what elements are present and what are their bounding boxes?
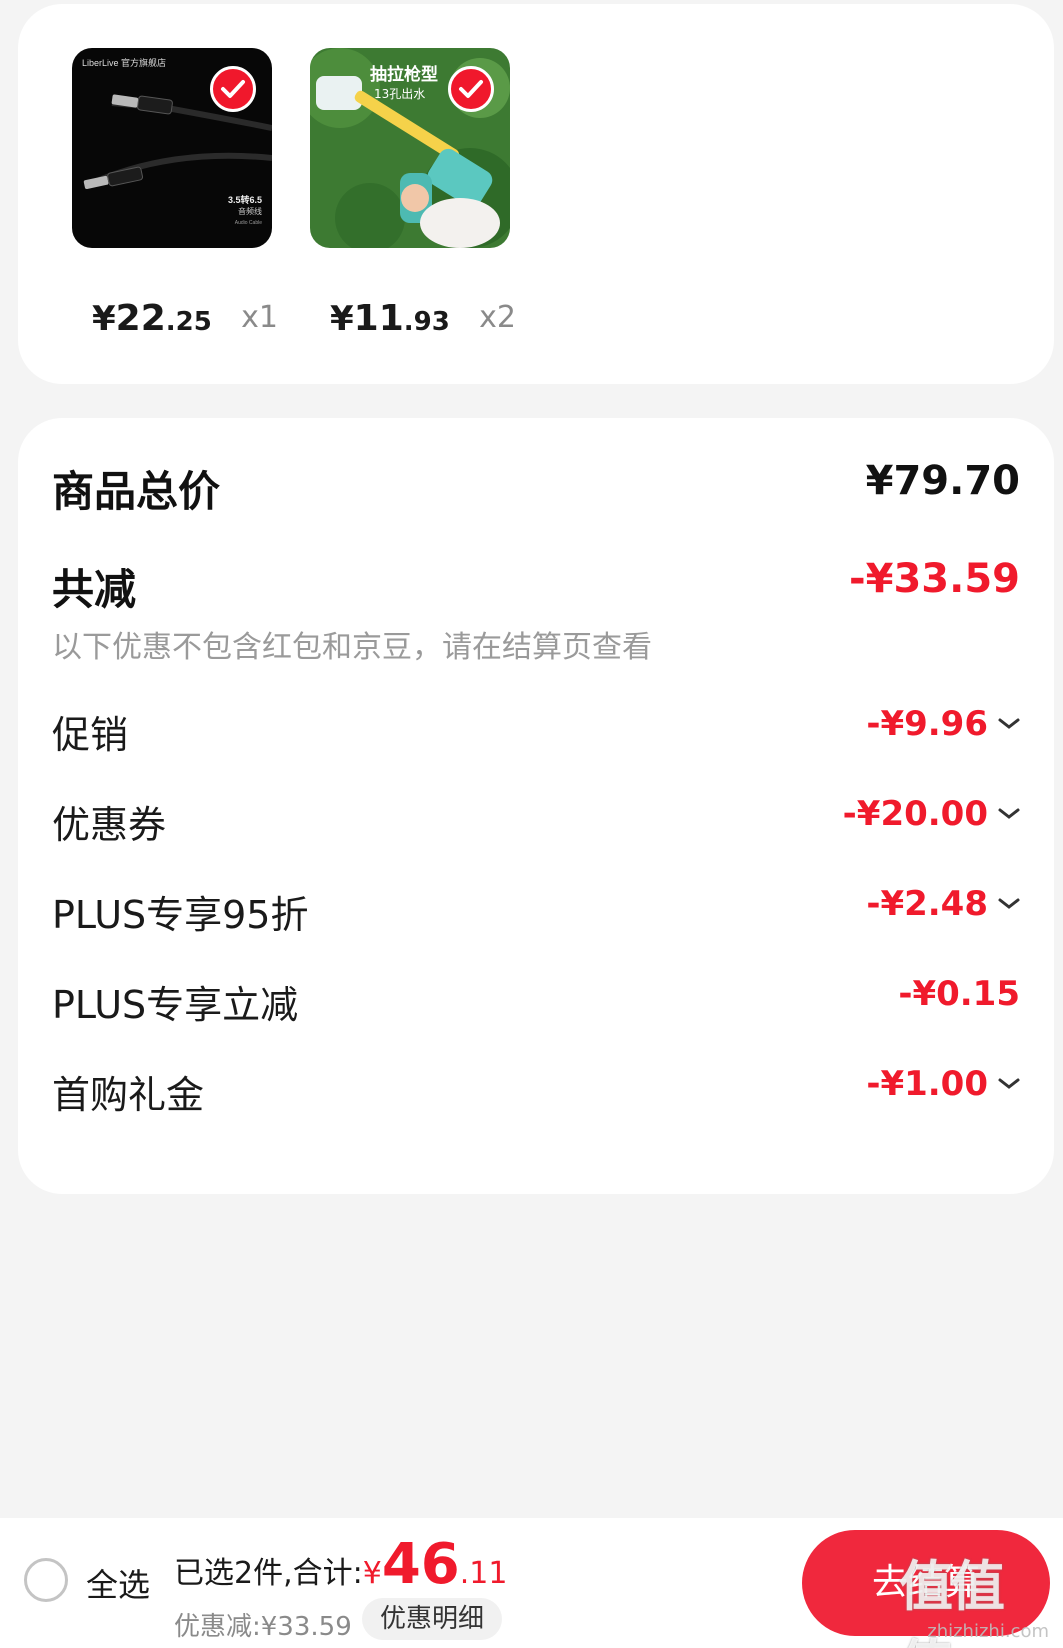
select-all-label[interactable]: 全选	[86, 1560, 150, 1606]
discount-item-value[interactable]: -¥2.48	[866, 884, 1020, 924]
checkout-button[interactable]: 去结算	[802, 1530, 1050, 1636]
selected-summary-label: 已选2件,合计:	[174, 1556, 363, 1591]
selected-total: 已选2件,合计:¥46.11	[174, 1532, 507, 1597]
product-image-brand: LiberLive 官方旗舰店	[82, 57, 166, 68]
discount-item-label: 首购礼金	[52, 1073, 205, 1117]
discount-item-label: PLUS专享95折	[52, 893, 309, 937]
discount-item-label: PLUS专享立减	[52, 983, 299, 1027]
discount-note: 以下优惠不包含红包和京豆，请在结算页查看	[52, 630, 652, 665]
total-amount-dec: .11	[459, 1556, 508, 1591]
total-currency: ¥	[362, 1556, 382, 1591]
discount-item-value[interactable]: -¥9.96	[866, 704, 1020, 744]
discount-item-value: -¥0.15	[898, 974, 1020, 1014]
chevron-down-icon[interactable]	[998, 1077, 1020, 1091]
discount-item-promotion[interactable]: 促销 -¥9.96	[52, 704, 1020, 757]
product-item[interactable]: 抽拉枪型 13孔出水 ¥11.93 x2	[310, 48, 520, 339]
discount-item-plus-reduce: PLUS专享立减 -¥0.15	[52, 974, 1020, 1027]
total-price-label: 商品总价	[52, 467, 221, 516]
discount-item-label: 促销	[52, 713, 129, 757]
product-image-caption: Audio Cable	[235, 220, 262, 226]
product-image-line2: 13孔出水	[374, 87, 425, 101]
product-item[interactable]: LiberLive 官方旗舰店 3.5转6.5 音频线 Audio Cable …	[72, 48, 282, 339]
total-reduce-label: 共减	[52, 565, 137, 614]
product-price: ¥22.25	[92, 298, 212, 339]
product-thumbnail-water-gun[interactable]: 抽拉枪型 13孔出水	[310, 48, 510, 248]
total-price-value: ¥79.70	[865, 458, 1020, 504]
product-image-line1: 抽拉枪型	[370, 64, 438, 85]
product-thumbnail-audio-cable[interactable]: LiberLive 官方旗舰店 3.5转6.5 音频线 Audio Cable	[72, 48, 272, 248]
discount-item-first-purchase[interactable]: 首购礼金 -¥1.00	[52, 1064, 1020, 1117]
discount-item-value[interactable]: -¥1.00	[866, 1064, 1020, 1104]
selected-check-icon[interactable]	[210, 66, 256, 112]
select-all-radio[interactable]	[24, 1558, 68, 1602]
product-price-row: ¥11.93 x2	[310, 298, 520, 348]
product-image-spec-sub: 音频线	[238, 206, 262, 216]
product-card: LiberLive 官方旗舰店 3.5转6.5 音频线 Audio Cable …	[18, 4, 1054, 384]
chevron-down-icon[interactable]	[998, 897, 1020, 911]
discount-item-coupon[interactable]: 优惠券 -¥20.00	[52, 794, 1020, 847]
product-price-row: ¥22.25 x1	[72, 298, 282, 348]
total-reduce-row: 共减 -¥33.59	[52, 556, 1020, 614]
cart-page: LiberLive 官方旗舰店 3.5转6.5 音频线 Audio Cable …	[0, 0, 1063, 1648]
selected-check-icon[interactable]	[448, 66, 494, 112]
discount-item-value[interactable]: -¥20.00	[843, 794, 1020, 834]
price-summary-card: 商品总价 ¥79.70 共减 -¥33.59 以下优惠不包含红包和京豆，请在结算…	[18, 418, 1054, 1194]
checkout-bar: 全选 已选2件,合计:¥46.11 优惠减:¥33.59 优惠明细 去结算 值值…	[0, 1518, 1063, 1648]
chevron-down-icon[interactable]	[998, 807, 1020, 821]
total-reduce-value: -¥33.59	[849, 556, 1020, 602]
product-price: ¥11.93	[330, 298, 450, 339]
product-quantity: x1	[241, 300, 278, 335]
discount-item-plus-95[interactable]: PLUS专享95折 -¥2.48	[52, 884, 1020, 937]
discount-amount: 优惠减:¥33.59	[174, 1612, 352, 1642]
total-price-row: 商品总价 ¥79.70	[52, 458, 1020, 516]
total-amount-int: 46	[381, 1532, 460, 1597]
product-quantity: x2	[479, 300, 516, 335]
chevron-down-icon[interactable]	[998, 717, 1020, 731]
discount-note-row: 以下优惠不包含红包和京豆，请在结算页查看	[52, 622, 1020, 666]
discount-detail-button[interactable]: 优惠明细	[362, 1598, 502, 1640]
discount-item-label: 优惠券	[52, 803, 167, 847]
product-image-spec: 3.5转6.5	[228, 194, 262, 205]
